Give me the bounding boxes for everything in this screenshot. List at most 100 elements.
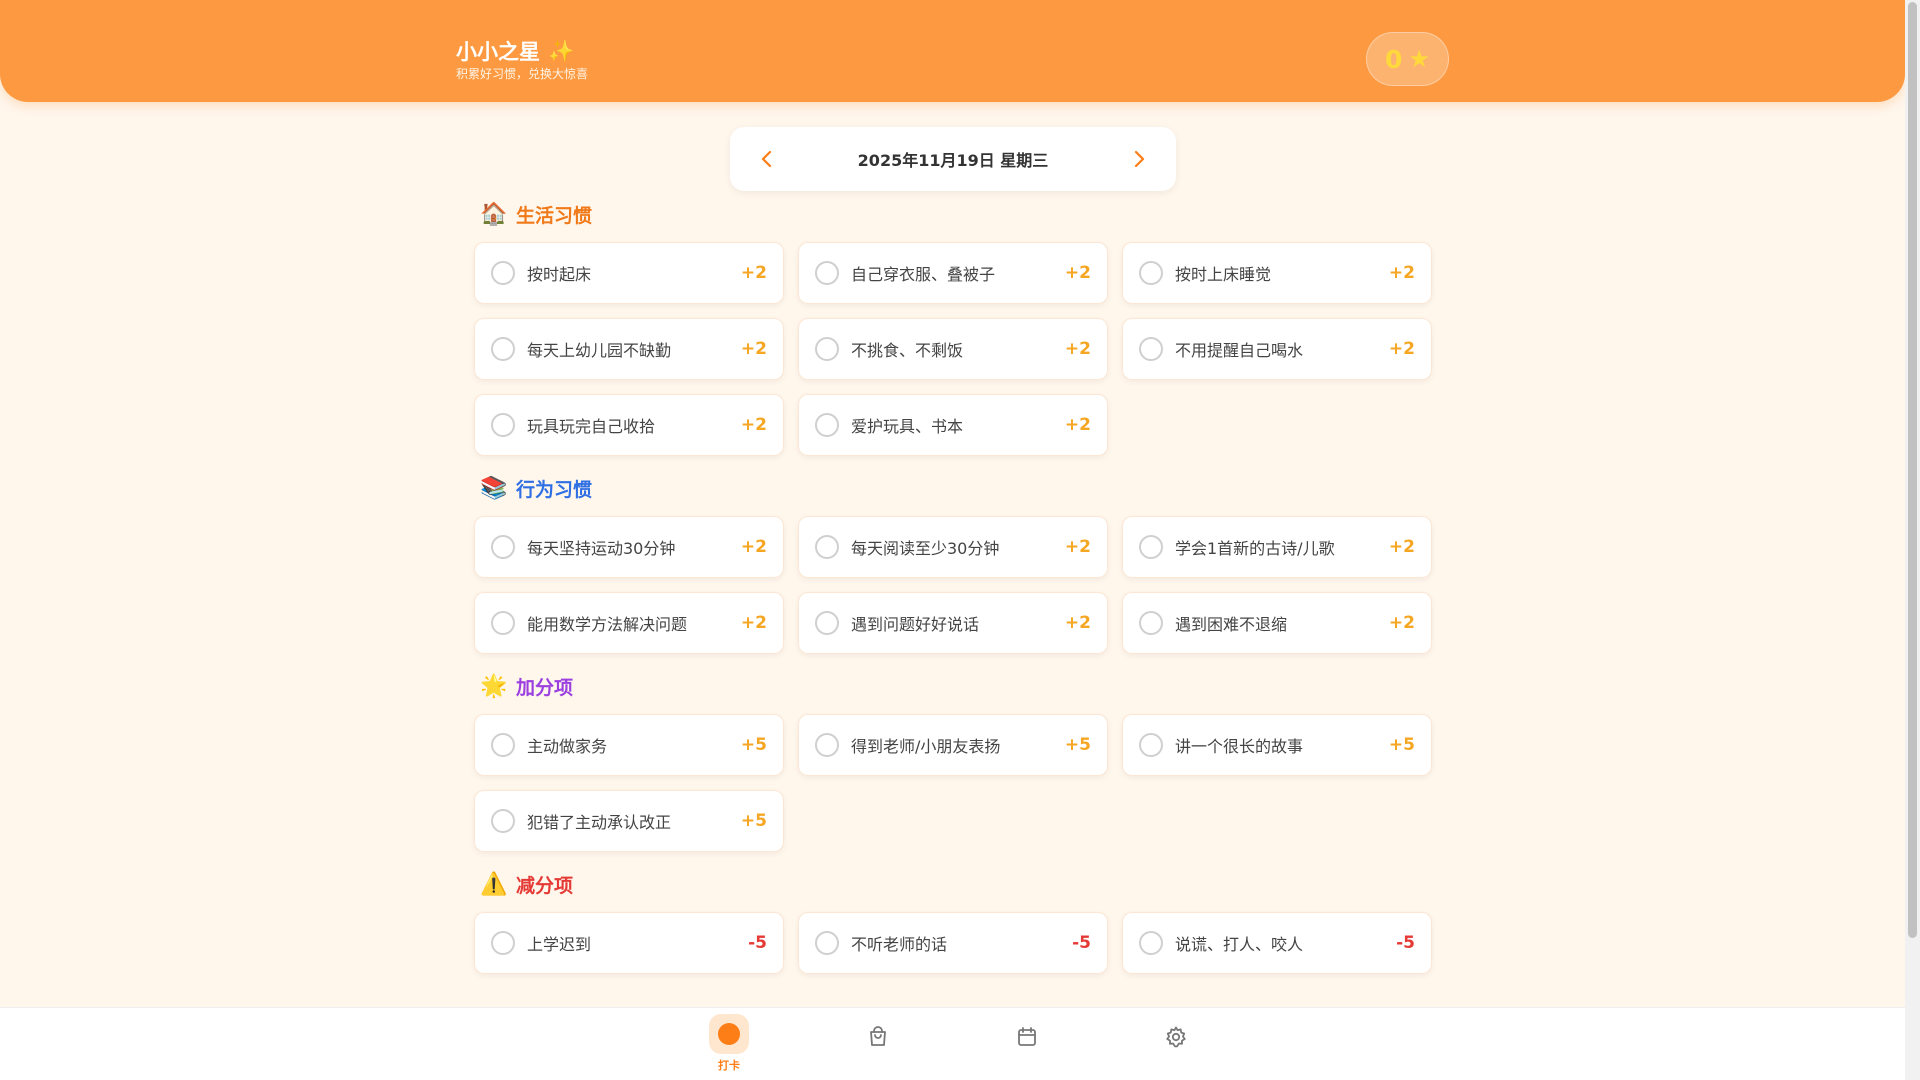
habit-checkbox[interactable] — [1139, 931, 1163, 955]
habit-checkbox[interactable] — [491, 611, 515, 635]
nav-label-checkin: 打卡 — [718, 1059, 740, 1072]
habit-checkbox[interactable] — [1139, 535, 1163, 559]
habit-checkbox[interactable] — [815, 931, 839, 955]
habit-name: 不用提醒自己喝水 — [1175, 341, 1304, 360]
habit-checkbox[interactable] — [815, 611, 839, 635]
section-title-bonus: 🌟 加分项 — [480, 668, 1434, 704]
habit-grid-behavior: 每天坚持运动30分钟 +2 每天阅读至少30分钟 +2 学会1首新的古诗/儿歌 +2 能用数… — [474, 516, 1434, 654]
habit-points: +2 — [740, 339, 767, 359]
habit-points: +2 — [740, 263, 767, 283]
habit-points: +2 — [740, 613, 767, 633]
star-icon: ★ — [1408, 45, 1430, 73]
habit-checkbox[interactable] — [491, 931, 515, 955]
house-icon: 🏠 — [480, 201, 508, 227]
habit-checkbox[interactable] — [815, 413, 839, 437]
habit-checkbox[interactable] — [491, 535, 515, 559]
nav-item-checkin[interactable]: 打卡 — [699, 1014, 759, 1074]
next-day-button[interactable] — [1124, 144, 1154, 174]
habit-points: -5 — [1072, 933, 1091, 953]
habit-points: +2 — [1064, 339, 1091, 359]
habit-points: +2 — [1064, 613, 1091, 633]
habit-name: 遇到问题好好说话 — [851, 615, 980, 634]
habit-name: 犯错了主动承认改正 — [527, 813, 672, 832]
score-value: 0 — [1385, 44, 1403, 74]
books-icon: 📚 — [480, 475, 508, 501]
habit-card[interactable]: 遇到困难不退缩 +2 — [1122, 592, 1432, 654]
habit-points: +2 — [1064, 415, 1091, 435]
prev-day-button[interactable] — [752, 144, 782, 174]
habit-checkbox[interactable] — [815, 733, 839, 757]
habit-card[interactable]: 讲一个很长的故事 +5 — [1122, 714, 1432, 776]
habit-card[interactable]: 玩具玩完自己收拾 +2 — [474, 394, 784, 456]
habit-checkbox[interactable] — [815, 337, 839, 361]
habit-card[interactable]: 得到老师/小朋友表扬 +5 — [798, 714, 1108, 776]
habit-points: +2 — [1388, 613, 1415, 633]
habit-card[interactable]: 犯错了主动承认改正 +5 — [474, 790, 784, 852]
section-title-life: 🏠 生活习惯 — [480, 196, 1434, 232]
habit-name: 每天坚持运动30分钟 — [527, 539, 676, 558]
habit-card[interactable]: 自己穿衣服、叠被子 +2 — [798, 242, 1108, 304]
calendar-icon — [1018, 1027, 1036, 1046]
habit-points: +2 — [1388, 263, 1415, 283]
habit-name: 说谎、打人、咬人 — [1175, 935, 1304, 954]
app-header: 小小之星 ✨ 积累好习惯，兑换大惊喜 0 ★ — [0, 0, 1905, 102]
app-title-text: 小小之星 — [456, 40, 540, 64]
score-badge[interactable]: 0 ★ — [1366, 32, 1449, 86]
habit-name: 爱护玩具、书本 — [851, 417, 964, 436]
section-title-text: 减分项 — [516, 874, 574, 897]
habit-card[interactable]: 不听老师的话 -5 — [798, 912, 1108, 974]
habit-name: 按时起床 — [527, 265, 592, 284]
habit-card[interactable]: 不用提醒自己喝水 +2 — [1122, 318, 1432, 380]
habit-name: 上学迟到 — [527, 935, 592, 954]
nav-item-calendar[interactable] — [997, 1014, 1057, 1074]
habit-card[interactable]: 每天上幼儿园不缺勤 +2 — [474, 318, 784, 380]
habit-checkbox[interactable] — [815, 261, 839, 285]
habit-name: 讲一个很长的故事 — [1175, 737, 1304, 756]
habit-checkbox[interactable] — [491, 733, 515, 757]
nav-item-shop[interactable] — [848, 1014, 908, 1074]
habit-checkbox[interactable] — [815, 535, 839, 559]
habit-card[interactable]: 按时上床睡觉 +2 — [1122, 242, 1432, 304]
nav-item-settings[interactable] — [1146, 1014, 1206, 1074]
warning-icon: ⚠️ — [480, 871, 508, 897]
habit-checkbox[interactable] — [1139, 611, 1163, 635]
scrollbar-thumb[interactable] — [1908, 2, 1917, 938]
habit-name: 能用数学方法解决问题 — [527, 615, 688, 634]
habit-card[interactable]: 说谎、打人、咬人 -5 — [1122, 912, 1432, 974]
habit-checkbox[interactable] — [491, 413, 515, 437]
habit-name: 按时上床睡觉 — [1175, 265, 1272, 284]
gear-icon — [1166, 1026, 1186, 1048]
sparkles-icon: ✨ — [548, 38, 575, 63]
app-subtitle: 积累好习惯，兑换大惊喜 — [456, 67, 589, 81]
habit-checkbox[interactable] — [1139, 337, 1163, 361]
habit-grid-life: 按时起床 +2 自己穿衣服、叠被子 +2 按时上床睡觉 +2 每天上幼儿园不缺勤 +2 不挑食、… — [474, 242, 1434, 456]
app-title: 小小之星 ✨ — [456, 36, 574, 66]
habit-name: 不听老师的话 — [851, 935, 948, 954]
chevron-right-icon — [1134, 150, 1145, 168]
habit-points: +5 — [1388, 735, 1415, 755]
habit-card[interactable]: 能用数学方法解决问题 +2 — [474, 592, 784, 654]
habit-name: 遇到困难不退缩 — [1175, 615, 1288, 634]
habit-checkbox[interactable] — [491, 337, 515, 361]
section-title-text: 行为习惯 — [516, 478, 593, 501]
vertical-scrollbar[interactable] — [1905, 0, 1920, 1080]
habit-card[interactable]: 遇到问题好好说话 +2 — [798, 592, 1108, 654]
habit-checkbox[interactable] — [1139, 261, 1163, 285]
habit-card[interactable]: 主动做家务 +5 — [474, 714, 784, 776]
habit-card[interactable]: 学会1首新的古诗/儿歌 +2 — [1122, 516, 1432, 578]
habit-checkbox[interactable] — [1139, 733, 1163, 757]
habit-name: 自己穿衣服、叠被子 — [851, 265, 996, 284]
habit-card[interactable]: 上学迟到 -5 — [474, 912, 784, 974]
habit-checkbox[interactable] — [491, 261, 515, 285]
habit-card[interactable]: 不挑食、不剩饭 +2 — [798, 318, 1108, 380]
habit-card[interactable]: 每天阅读至少30分钟 +2 — [798, 516, 1108, 578]
chevron-left-icon — [761, 150, 772, 168]
habit-name: 每天阅读至少30分钟 — [851, 539, 1000, 558]
habit-checkbox[interactable] — [491, 809, 515, 833]
habit-name: 学会1首新的古诗/儿歌 — [1175, 539, 1335, 558]
section-title-text: 生活习惯 — [516, 204, 593, 227]
habit-card[interactable]: 爱护玩具、书本 +2 — [798, 394, 1108, 456]
glowing-star-icon: 🌟 — [480, 673, 508, 699]
habit-card[interactable]: 每天坚持运动30分钟 +2 — [474, 516, 784, 578]
habit-card[interactable]: 按时起床 +2 — [474, 242, 784, 304]
